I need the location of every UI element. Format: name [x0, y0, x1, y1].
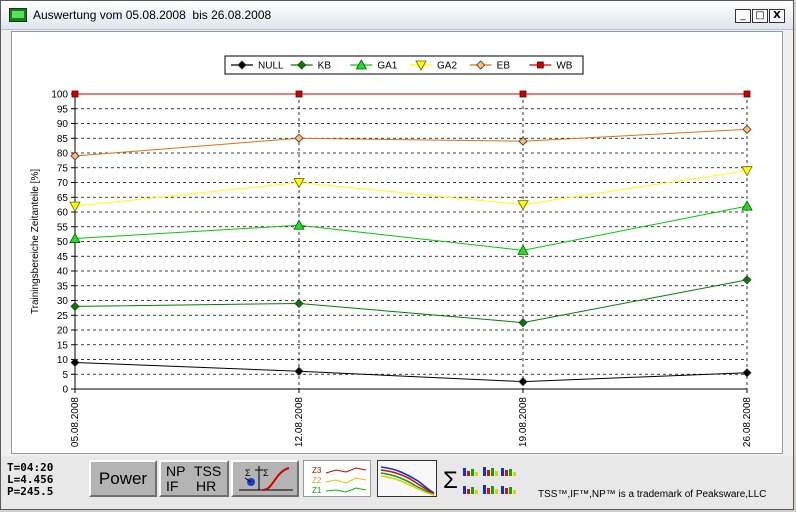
session-stats: T=04:20 L=4.456 P=245.5 — [7, 462, 53, 498]
y-tick-label: 0 — [62, 385, 68, 396]
data-point-eb — [294, 133, 304, 143]
zone-label-z2: Z2 — [312, 476, 322, 485]
svg-text:Σ: Σ — [443, 467, 458, 494]
footer-toolbar: T=04:20 L=4.456 P=245.5 Power NP TSS IF … — [1, 456, 793, 509]
y-tick-label: 10 — [57, 355, 69, 366]
data-point-kb — [518, 318, 528, 328]
x-tick-label: 26.08.2008 — [742, 397, 753, 447]
y-tick-label: 80 — [57, 149, 69, 160]
data-point-wb — [71, 90, 79, 98]
y-tick-label: 30 — [57, 296, 69, 307]
y-tick-label: 100 — [51, 90, 68, 101]
zone-label-z3: Z3 — [312, 466, 322, 475]
series-line-ga1 — [74, 205, 748, 251]
zones-icon: Z3 Z2 Z1 — [312, 466, 367, 495]
sum-bars-button[interactable]: Σ — [443, 460, 519, 497]
data-point-kb — [294, 298, 304, 309]
distribution-button[interactable] — [377, 460, 437, 497]
legend-label: WB — [556, 61, 572, 72]
analysis-window: Auswertung vom 05.08.2008 bis 26.08.2008… — [0, 0, 794, 510]
chart-panel: 0 5 10 15 20 25 30 35 40 45 50 55 60 65 70 75 80 85 90 95 10… — [11, 31, 783, 454]
data-point-eb — [742, 124, 752, 134]
data-point-ga1 — [741, 200, 753, 211]
x-tick-label: 05.08.2008 — [70, 397, 81, 447]
data-point-null — [742, 368, 752, 378]
metrics-button[interactable]: NP TSS IF HR — [159, 460, 229, 497]
y-tick-label: 5 — [62, 370, 68, 381]
data-point-ga2 — [517, 200, 529, 211]
title-bar[interactable]: Auswertung vom 05.08.2008 bis 26.08.2008… — [1, 1, 793, 30]
zone-label-z1: Z1 — [312, 486, 322, 495]
data-point-ga2 — [69, 201, 81, 212]
data-point-kb — [70, 301, 80, 311]
power-button[interactable]: Power — [89, 460, 157, 497]
maximize-button[interactable]: □ — [752, 9, 768, 23]
y-tick-label: 90 — [57, 119, 69, 130]
series-line-null — [74, 361, 748, 383]
data-point-null — [518, 377, 528, 387]
x-tick-label: 19.08.2008 — [518, 397, 529, 447]
data-point-wb — [295, 90, 303, 98]
stat-power: P=245.5 — [7, 485, 54, 498]
legend-label: KB — [318, 61, 332, 72]
legend-label: EB — [497, 61, 511, 72]
legend-label: GA1 — [377, 61, 397, 72]
y-tick-label: 95 — [57, 104, 69, 115]
data-point-wb — [743, 90, 751, 98]
data-point-ga1 — [293, 219, 305, 230]
trademark-notice: TSS™,IF™,NP™ is a trademark of Peaksware… — [538, 489, 767, 500]
svg-text:Σ: Σ — [263, 468, 269, 478]
x-tick-label: 12.08.2008 — [294, 397, 305, 447]
minimize-button[interactable]: _ — [735, 9, 751, 23]
app-icon — [9, 8, 27, 22]
y-tick-label: 40 — [57, 267, 69, 278]
sum-bars-icon: Σ — [443, 467, 516, 494]
close-button[interactable]: X — [769, 9, 785, 23]
y-tick-label: 85 — [57, 134, 69, 145]
metric-np-label: NP — [166, 463, 186, 479]
legend-label: NULL — [258, 61, 284, 72]
y-tick-label: 65 — [57, 193, 69, 204]
y-tick-label: 25 — [57, 311, 69, 322]
zones-chart-button[interactable]: Z3 Z2 Z1 — [303, 460, 371, 497]
series-line-eb — [74, 128, 748, 157]
y-tick-label: 50 — [57, 237, 69, 248]
line-chart: 0 5 10 15 20 25 30 35 40 45 50 55 60 65 70 75 80 85 90 95 10… — [30, 55, 753, 447]
y-tick-label: 35 — [57, 281, 69, 292]
svg-text:Σ: Σ — [245, 468, 251, 478]
y-tick-label: 70 — [57, 178, 69, 189]
distribution-icon — [378, 461, 436, 496]
y-tick-label: 20 — [57, 326, 69, 337]
y-tick-label: 75 — [57, 163, 69, 174]
data-point-kb — [742, 275, 752, 285]
cumulative-button[interactable]: Σ Σ — [231, 460, 299, 497]
y-tick-label: 15 — [57, 340, 69, 351]
y-tick-label: 55 — [57, 222, 69, 233]
series-line-kb — [74, 279, 748, 324]
y-tick-label: 45 — [57, 252, 69, 263]
data-point-null — [294, 366, 304, 376]
metric-if-label: IF — [166, 478, 179, 494]
legend-label: GA2 — [437, 61, 457, 72]
metric-hr-label: HR — [196, 478, 217, 494]
y-axis-label: Trainingsbereiche Zeitanteile [%] — [30, 169, 41, 314]
legend-marker — [536, 61, 544, 69]
metric-tss-label: TSS — [194, 463, 222, 479]
cumulative-icon: Σ Σ — [239, 466, 293, 491]
data-point-wb — [519, 90, 527, 98]
y-tick-label: 60 — [57, 208, 69, 219]
window-title: Auswertung vom 05.08.2008 bis 26.08.2008 — [33, 8, 272, 22]
series-line-ga2 — [74, 170, 748, 207]
